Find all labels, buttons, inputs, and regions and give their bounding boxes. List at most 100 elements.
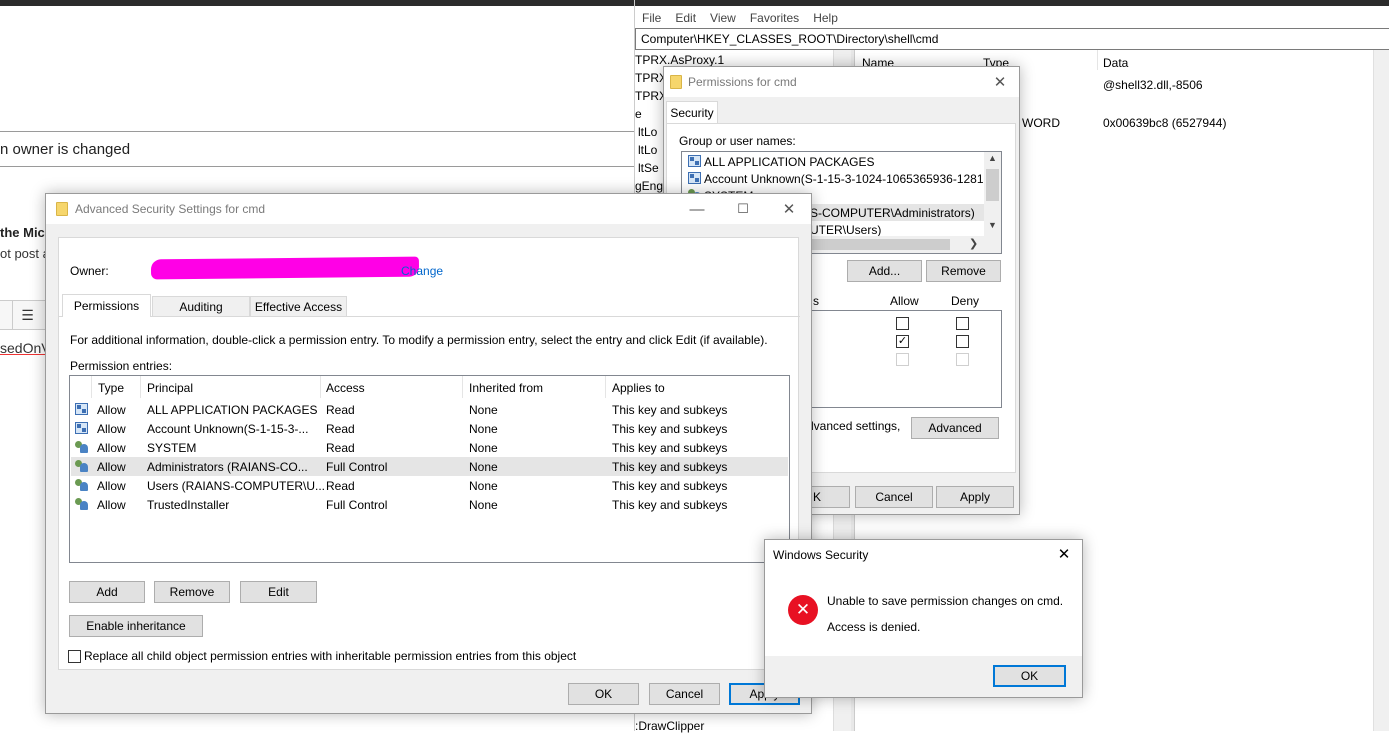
column-header-access[interactable]: Access [326,381,365,395]
menu-favorites[interactable]: Favorites [743,8,806,28]
regedit-top-bar [635,0,1389,6]
close-icon[interactable]: ✕ [1045,540,1083,568]
entry-principal: Administrators (RAIANS-CO... [147,460,308,474]
table-row[interactable]: Allow TrustedInstaller Full Control None… [71,495,788,514]
error-message: Unable to save permission changes on cmd… [827,594,1064,608]
entry-access: Read [326,441,355,455]
close-icon[interactable]: ✕ [766,194,812,224]
entry-principal: SYSTEM [147,441,197,455]
tab-permissions[interactable]: Permissions [62,294,151,317]
values-scrollbar[interactable] [1373,50,1389,731]
table-row[interactable]: Allow Users (RAIANS-COMPUTER\U... Read N… [71,476,788,495]
users-icon [75,460,89,473]
replace-child-permissions-checkbox[interactable] [68,650,81,663]
chevron-down-icon[interactable]: ▼ [988,220,997,230]
column-divider [1097,50,1098,70]
allow-checkbox-checked[interactable]: ✓ [896,335,909,348]
deny-checkbox[interactable] [956,335,969,348]
ok-button[interactable]: OK [568,683,639,705]
column-header-applies-to[interactable]: Applies to [612,381,665,395]
entry-access: Read [326,422,355,436]
header-divider [140,376,141,398]
entry-inherited: None [469,498,498,512]
cancel-button[interactable]: Cancel [649,683,720,705]
menu-help[interactable]: Help [806,8,845,28]
deny-label: Deny [951,294,980,308]
chevron-right-icon[interactable]: ❯ [969,237,978,250]
entry-type: Allow [97,498,126,512]
menu-edit[interactable]: Edit [668,8,703,28]
column-header-principal[interactable]: Principal [147,381,193,395]
entry-inherited: None [469,441,498,455]
remove-entry-button[interactable]: Remove [154,581,230,603]
scroll-thumb[interactable] [986,169,999,201]
permissions-title: Permissions for cmd [688,75,797,89]
page-text-fragment: sedOnV [0,340,51,356]
group-item[interactable]: S-COMPUTER\Administrators) [810,206,975,220]
table-row[interactable]: Allow Account Unknown(S-1-15-3-... Read … [71,419,788,438]
vertical-scrollbar[interactable]: ▲ ▼ [984,152,1001,236]
group-item[interactable]: UTER\Users) [810,223,881,237]
tab-security[interactable]: Security [666,101,718,124]
windows-security-dialog: Windows Security ✕ ✕ Unable to save perm… [764,539,1083,698]
advanced-button[interactable]: Advanced [911,417,999,439]
edit-entry-button[interactable]: Edit [240,581,317,603]
column-header-data[interactable]: Data [1103,56,1128,70]
ok-button[interactable]: OK [993,665,1066,687]
folder-icon [56,202,68,216]
tree-item[interactable]: TPRX.AsProxy.1 [635,53,724,67]
menu-view[interactable]: View [703,8,743,28]
entry-access: Read [326,479,355,493]
remove-button[interactable]: Remove [926,260,1001,282]
tree-item[interactable]: ltSe [638,161,659,175]
table-row[interactable]: Allow SYSTEM Read None This key and subk… [71,438,788,457]
list-icon[interactable]: ☰ [12,300,42,330]
allow-label: Allow [890,294,919,308]
deny-checkbox[interactable] [956,317,969,330]
value-data: 0x00639bc8 (6527944) [1103,116,1227,130]
group-item[interactable]: Account Unknown(S-1-15-3-1024-1065365936… [704,172,1001,186]
enable-inheritance-button[interactable]: Enable inheritance [69,615,203,637]
chevron-up-icon[interactable]: ▲ [988,153,997,163]
advanced-settings-text: dvanced settings, [807,419,901,433]
entry-applies: This key and subkeys [612,498,728,512]
header-divider [605,376,606,398]
error-icon: ✕ [788,595,818,625]
apply-button[interactable]: Apply [936,486,1014,508]
tree-item[interactable]: ltLo [638,125,657,139]
entry-applies: This key and subkeys [612,460,728,474]
entry-applies: This key and subkeys [612,422,728,436]
tree-item[interactable]: gEng [635,179,663,193]
column-header-type[interactable]: Type [98,381,124,395]
users-icon [75,479,89,492]
cancel-button[interactable]: Cancel [855,486,933,508]
value-data: @shell32.dll,-8506 [1103,78,1203,92]
add-entry-button[interactable]: Add [69,581,145,603]
maximize-icon[interactable]: ☐ [720,194,766,224]
column-header-inherited-from[interactable]: Inherited from [469,381,543,395]
divider [0,166,634,167]
group-item[interactable]: ALL APPLICATION PACKAGES [704,155,875,169]
tab-auditing[interactable]: Auditing [152,296,250,317]
tree-item[interactable]: e [635,107,642,121]
tree-item[interactable]: ltLo [638,143,657,157]
table-row-selected[interactable]: Allow Administrators (RAIANS-CO... Full … [71,457,788,476]
advanced-body: Owner: Change Permissions Auditing Effec… [58,237,800,670]
close-icon[interactable]: ✕ [979,67,1021,97]
table-row[interactable]: Allow ALL APPLICATION PACKAGES Read None… [71,400,788,419]
entries-label: Permission entries: [70,359,173,373]
entry-principal: TrustedInstaller [147,498,230,512]
security-title: Windows Security [773,548,869,562]
entry-access: Full Control [326,498,388,512]
allow-checkbox-disabled [896,353,909,366]
address-bar[interactable]: Computer\HKEY_CLASSES_ROOT\Directory\she… [635,28,1389,50]
minimize-icon[interactable]: — [674,194,720,224]
entry-principal: Users (RAIANS-COMPUTER\U... [147,479,326,493]
add-button[interactable]: Add... [847,260,922,282]
page-heading-fragment: n owner is changed [0,141,131,158]
tab-effective-access[interactable]: Effective Access [250,296,347,317]
entry-applies: This key and subkeys [612,403,728,417]
allow-checkbox[interactable] [896,317,909,330]
change-owner-link[interactable]: Change [401,264,443,278]
menu-file[interactable]: File [635,8,668,28]
